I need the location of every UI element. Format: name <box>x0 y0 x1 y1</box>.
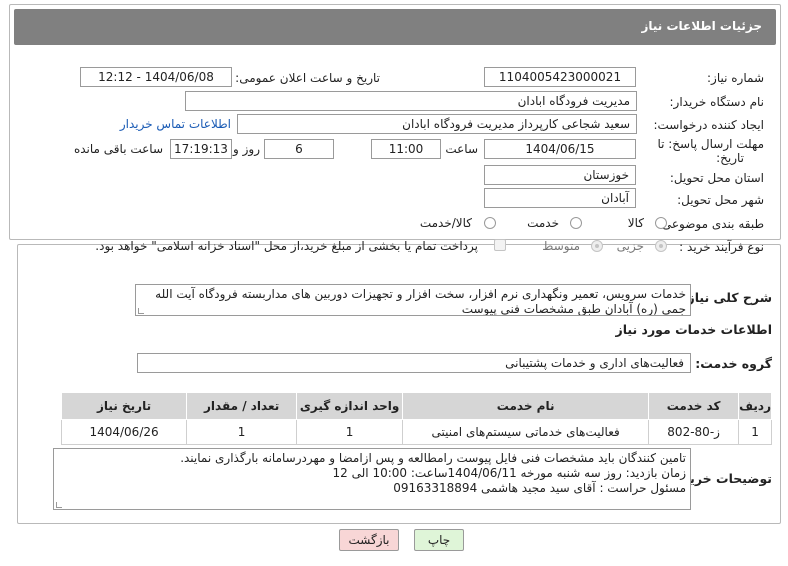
province-label: استان محل تحویل: <box>669 171 764 185</box>
remaining-time-label: ساعت باقی مانده <box>73 142 163 156</box>
days-remaining-field: 6 <box>264 139 334 159</box>
category-option-goods-service: کالا/خدمت <box>419 216 472 230</box>
col-date: تاریخ نیاز <box>60 392 188 420</box>
table-header-row: ردیف کد خدمت نام خدمت واحد اندازه گیری ت… <box>60 392 772 420</box>
table-row: 1 ز-80-802 فعالیت‌های خدماتی سیستم‌های ا… <box>60 419 772 445</box>
col-qty: تعداد / مقدار <box>186 392 298 420</box>
buyer-org-field: مدیریت فرودگاه ابادان <box>185 91 637 111</box>
cell-date: 1404/06/26 <box>60 419 188 445</box>
city-label: شهر محل تحویل: <box>677 193 764 207</box>
process-option-medium: متوسط <box>542 239 580 253</box>
summary-label: شرح کلی نیاز: <box>682 290 772 305</box>
buyer-notes-line-2: زمان بازدید: روز سه شنبه مورخه 1404/06/1… <box>332 466 686 480</box>
deadline-time-field: 11:00 <box>371 139 441 159</box>
category-radio-goods-service[interactable] <box>484 217 496 229</box>
process-option-minor: جزیی <box>616 239 644 253</box>
days-label: روز و <box>233 142 260 156</box>
process-radio-medium[interactable] <box>591 240 603 252</box>
buyer-org-label: نام دستگاه خریدار: <box>669 95 765 109</box>
services-table: ردیف کد خدمت نام خدمت واحد اندازه گیری ت… <box>60 392 772 445</box>
col-row: ردیف <box>738 392 772 420</box>
col-code: کد خدمت <box>648 392 740 420</box>
summary-textarea[interactable]: خدمات سرویس، تعمیر ونگهداری نرم افزار، س… <box>135 284 691 316</box>
process-label: نوع فرآیند خرید : <box>679 240 764 254</box>
back-button[interactable]: بازگشت <box>339 529 399 551</box>
treasury-payment-note: پرداخت تمام یا بخشی از مبلغ خرید،از محل … <box>95 239 478 253</box>
resize-handle-icon[interactable] <box>56 502 62 508</box>
category-option-service: خدمت <box>527 216 559 230</box>
remaining-time-field: 17:19:13 <box>170 139 232 159</box>
deadline-time-label: ساعت <box>445 142 478 156</box>
buyer-notes-line-3: مسئول حراست : آقای سید مجید هاشمی 091633… <box>393 481 686 495</box>
process-radio-minor[interactable] <box>655 240 667 252</box>
col-name: نام خدمت <box>402 392 650 420</box>
cell-qty: 1 <box>186 419 298 445</box>
services-section-title: اطلاعات خدمات مورد نیاز <box>615 322 773 337</box>
treasury-payment-checkbox[interactable] <box>494 239 506 251</box>
creator-label: ایجاد کننده درخواست: <box>653 118 764 132</box>
cell-name: فعالیت‌های خدماتی سیستم‌های امنیتی <box>402 419 650 445</box>
need-number-label: شماره نیاز: <box>707 71 764 85</box>
category-option-goods: کالا <box>627 216 644 230</box>
deadline-label: مهلت ارسال پاسخ: تا <box>657 137 764 151</box>
need-number-field: 1104005423000021 <box>484 67 636 87</box>
category-radio-goods[interactable] <box>655 217 667 229</box>
summary-text: خدمات سرویس، تعمیر ونگهداری نرم افزار، س… <box>155 287 686 316</box>
print-button[interactable]: چاپ <box>414 529 464 551</box>
cell-row: 1 <box>738 419 772 445</box>
city-field: آبادان <box>484 188 636 208</box>
header-bar: جزئیات اطلاعات نیاز <box>14 9 776 45</box>
buyer-notes-line-1: تامین کنندگان باید مشخصات فنی فایل پیوست… <box>180 451 686 465</box>
resize-handle-icon[interactable] <box>138 308 144 314</box>
service-group-field: فعالیت‌های اداری و خدمات پشتیبانی <box>137 353 691 373</box>
buyer-notes-textarea[interactable]: تامین کنندگان باید مشخصات فنی فایل پیوست… <box>53 448 691 510</box>
cell-unit: 1 <box>296 419 404 445</box>
deadline-date-label: تاریخ: <box>716 151 744 165</box>
col-unit: واحد اندازه گیری <box>296 392 404 420</box>
page-title: جزئیات اطلاعات نیاز <box>641 19 762 33</box>
cell-code: ز-80-802 <box>648 419 740 445</box>
creator-field: سعید شجاعی کارپرداز مدیریت فرودگاه ابادا… <box>237 114 637 134</box>
buyer-contact-link[interactable]: اطلاعات تماس خریدار <box>120 117 231 131</box>
announce-date-label: تاریخ و ساعت اعلان عمومی: <box>235 71 380 85</box>
deadline-date-field: 1404/06/15 <box>484 139 636 159</box>
category-label: طبقه بندی موضوعی: <box>657 217 764 231</box>
category-radio-service[interactable] <box>570 217 582 229</box>
province-field: خوزستان <box>484 165 636 185</box>
announce-date-field: 1404/06/08 - 12:12 <box>80 67 232 87</box>
service-group-label: گروه خدمت: <box>695 356 772 371</box>
